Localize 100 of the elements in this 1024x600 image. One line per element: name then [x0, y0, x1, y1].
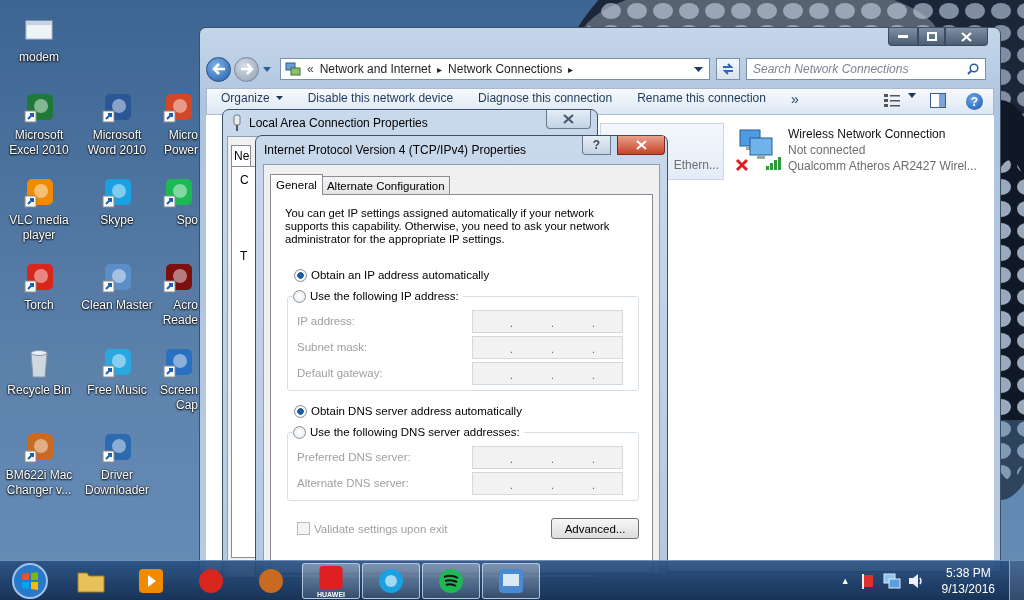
- dialog-tab[interactable]: General: [270, 174, 323, 195]
- logo-icon: [316, 564, 346, 591]
- shortcut-icon[interactable]: [101, 432, 133, 464]
- shortcut-icon[interactable]: [23, 177, 55, 209]
- shortcut-icon[interactable]: [101, 177, 133, 209]
- music-icon: [436, 567, 466, 595]
- icon-label: Microsoft Excel 2010: [8, 128, 70, 158]
- breadcrumb-link[interactable]: Network and Internet: [319, 62, 432, 76]
- close-icon: [961, 31, 972, 42]
- minimize-icon: [898, 34, 908, 39]
- icon-label: Driver Downloader: [83, 468, 150, 498]
- shortcut-icon[interactable]: [23, 92, 55, 124]
- icon-label: Screen Cap: [158, 383, 198, 413]
- toolbar-button[interactable]: Rename this connection: [637, 91, 779, 105]
- show-hidden-icons-button[interactable]: ▲: [840, 576, 850, 586]
- connection-status: Not connected: [788, 142, 867, 158]
- maximize-icon: [926, 32, 937, 41]
- taskbar-button[interactable]: [422, 563, 480, 599]
- field-label: Alternate DNS server:: [297, 477, 410, 489]
- field-label: C: [240, 173, 249, 187]
- dialog-title: Local Area Connection Properties: [249, 116, 428, 130]
- show-desktop-button[interactable]: [1009, 561, 1024, 600]
- taskbar-button[interactable]: [482, 563, 540, 599]
- more-commands-button[interactable]: »: [790, 91, 812, 107]
- field-label: IP address:: [297, 315, 356, 327]
- plug-icon: [231, 114, 243, 132]
- dialog-tab[interactable]: Alternate Configuration: [321, 176, 450, 194]
- dropdown-icon[interactable]: [694, 66, 703, 72]
- breadcrumb-link[interactable]: Network Connections: [448, 62, 563, 76]
- field-label: Subnet mask:: [297, 341, 369, 353]
- adapter-name: Qualcomm Atheros AR2427 Wirel...: [788, 158, 977, 174]
- clock-time: 5:38 PM: [945, 565, 991, 581]
- volume-icon[interactable]: [907, 573, 924, 589]
- network-settings-icon: [496, 567, 526, 595]
- shortcut-icon[interactable]: [23, 262, 55, 294]
- back-button[interactable]: [206, 56, 231, 82]
- overflow-chevron[interactable]: «: [307, 62, 314, 76]
- icon-label: VLC media player: [8, 213, 70, 243]
- close-button[interactable]: [617, 136, 665, 155]
- breadcrumb-arrow[interactable]: ▸: [437, 63, 443, 75]
- network-tray-icon[interactable]: [882, 573, 901, 589]
- icon-label: Free Music: [86, 383, 148, 398]
- field-label: Default gateway:: [297, 367, 384, 379]
- view-options-icon[interactable]: [884, 93, 902, 107]
- maximize-button[interactable]: [918, 28, 945, 46]
- address-bar[interactable]: « Network and Internet ▸ Network Connections ▸: [280, 58, 710, 80]
- field-label: T: [240, 249, 248, 263]
- close-button[interactable]: [945, 28, 988, 46]
- help-button[interactable]: ?: [582, 136, 611, 155]
- dialog-title: Internet Protocol Version 4 (TCP/IPv4) Properties: [264, 143, 527, 157]
- icon-label: Micro Power: [163, 128, 198, 158]
- toolbar-button[interactable]: Organize: [221, 91, 296, 105]
- close-button[interactable]: [546, 110, 591, 129]
- shortcut-icon[interactable]: [101, 347, 133, 379]
- dialog-tab[interactable]: Ne: [231, 145, 252, 166]
- description-text: You can get IP settings assigned automatically if your network supports this capability. Otherwise, you need to ask your network administrator for the appropriate IP settings.: [285, 207, 611, 246]
- preview-pane-icon[interactable]: [930, 93, 946, 108]
- network-icon: [285, 61, 301, 77]
- toolbar-button[interactable]: Disable this network device: [307, 91, 467, 105]
- close-icon: [635, 140, 647, 150]
- shortcut-icon[interactable]: [162, 92, 194, 124]
- icon-label: Torch: [23, 298, 55, 313]
- caret-icon[interactable]: [908, 93, 916, 98]
- icon-label: BM622i Mac Changer v...: [4, 468, 74, 498]
- refresh-icon: [721, 62, 735, 76]
- advanced-button[interactable]: Advanced...: [551, 518, 639, 539]
- taskbar-button[interactable]: [362, 563, 420, 599]
- clock-date: 9/13/2016: [941, 581, 995, 597]
- play-icon: [136, 567, 166, 595]
- search-icon: [967, 63, 979, 75]
- connection-name: Wireless Network Connection: [788, 126, 947, 142]
- start-button[interactable]: [11, 562, 49, 600]
- back-arrow-icon: [211, 63, 226, 75]
- shortcut-icon[interactable]: [101, 92, 133, 124]
- minimize-button[interactable]: [888, 28, 918, 46]
- icon-label: Spo: [175, 213, 198, 228]
- connection-item[interactable]: Wireless Network Connection Not connected Qualcomm Atheros AR2427 Wirel...: [730, 123, 981, 175]
- refresh-button[interactable]: [716, 58, 740, 80]
- adapter-name: Ethern...: [673, 157, 719, 173]
- field-label: Preferred DNS server:: [297, 451, 412, 463]
- shortcut-icon[interactable]: [162, 262, 194, 294]
- forward-arrow-icon: [239, 63, 254, 75]
- icon-label: Acro Reade: [161, 298, 198, 328]
- shortcut-icon[interactable]: [101, 262, 133, 294]
- icon-label: Recycle Bin: [6, 383, 72, 398]
- avatar-icon: [256, 567, 286, 595]
- caret-icon: [275, 96, 283, 100]
- icon-label: Skype: [99, 213, 135, 228]
- shortcut-icon[interactable]: [162, 347, 194, 379]
- radio-option[interactable]: Use the following IP address:: [293, 288, 463, 304]
- radio-option[interactable]: Use the following DNS server addresses:: [293, 424, 524, 440]
- breadcrumb-arrow[interactable]: ▸: [568, 63, 574, 75]
- toolbar-button[interactable]: Diagnose this connection: [478, 91, 626, 105]
- shortcut-icon[interactable]: [23, 432, 55, 464]
- clock[interactable]: 5:38 PM 9/13/2016: [941, 565, 995, 597]
- flag-icon[interactable]: [859, 573, 876, 589]
- shortcut-icon[interactable]: [162, 177, 194, 209]
- search-field[interactable]: Search Network Connections: [746, 58, 986, 80]
- forward-button[interactable]: [234, 56, 259, 82]
- icon-label: Microsoft Word 2010: [86, 128, 148, 158]
